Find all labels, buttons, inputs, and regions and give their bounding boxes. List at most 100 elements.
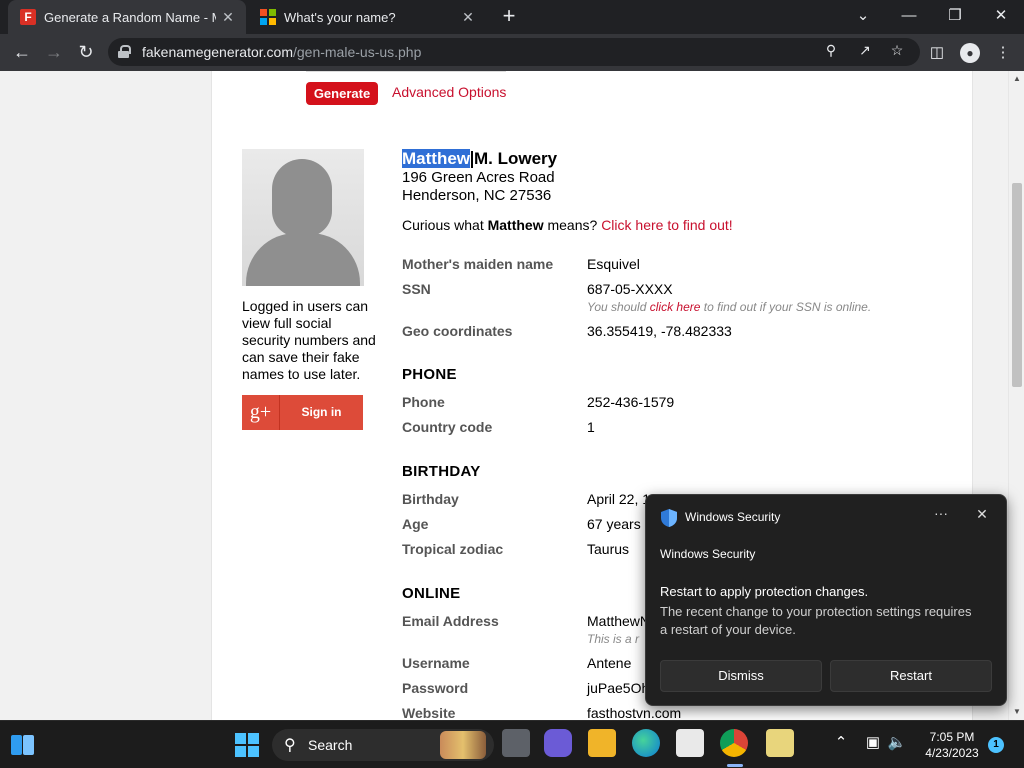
lock-icon[interactable] xyxy=(118,45,131,58)
address-line-1: 196 Green Acres Road xyxy=(402,169,555,186)
curious-mid: means? xyxy=(547,217,598,233)
volume-icon[interactable]: 🔈 xyxy=(886,733,908,751)
bookmark-star-icon[interactable]: ☆ xyxy=(886,42,908,62)
back-arrow-icon[interactable]: ← xyxy=(8,39,36,67)
ssn-note: You should click here to find out if you… xyxy=(587,300,871,314)
microsoft-store-icon[interactable] xyxy=(676,729,704,757)
close-tab-icon[interactable]: ✕ xyxy=(456,9,480,26)
notification-header: Windows Security xyxy=(660,547,756,561)
divider xyxy=(306,71,506,72)
notification-count-badge[interactable]: 1 xyxy=(988,737,1004,753)
full-name[interactable]: Matthew M. Lowery xyxy=(402,149,557,169)
name-meaning-link[interactable]: Click here to find out! xyxy=(601,217,733,233)
windows-taskbar: ⚲ Search ⌃ ▣ 🔈 7:05 PM 4/23/2023 1 xyxy=(0,720,1024,768)
new-tab-button[interactable]: + xyxy=(496,4,522,30)
show-hidden-icons-chevron-icon[interactable]: ⌃ xyxy=(830,733,852,751)
chrome-browser-icon[interactable] xyxy=(720,729,748,757)
maiden-name-value: Esquivel xyxy=(587,256,640,272)
fake-name-generator-favicon-icon: F xyxy=(20,9,36,25)
reload-icon[interactable]: ↻ xyxy=(72,39,100,67)
profile-avatar-icon[interactable]: ● xyxy=(960,43,980,63)
windows-security-notification: Windows Security ··· ✕ Windows Security … xyxy=(645,494,1007,706)
scrollbar-thumb[interactable] xyxy=(1012,183,1022,387)
task-view-icon[interactable] xyxy=(502,729,530,757)
tab-whats-your-name[interactable]: What's your name? ✕ xyxy=(248,0,486,34)
notification-more-options-icon[interactable]: ··· xyxy=(930,505,952,521)
birthday-value: April 22, 1 xyxy=(587,491,651,507)
tab-title: Generate a Random Name - Male xyxy=(44,9,216,25)
search-icon[interactable]: ⚲ xyxy=(820,42,842,62)
advanced-options-link[interactable]: Advanced Options xyxy=(392,84,506,100)
windows-security-shield-icon xyxy=(661,509,677,527)
search-icon: ⚲ xyxy=(284,737,296,754)
clock-date: 4/23/2023 xyxy=(925,746,979,760)
dismiss-button[interactable]: Dismiss xyxy=(660,660,822,692)
email-note: This is a r xyxy=(587,632,640,646)
share-icon[interactable]: ↗ xyxy=(854,42,876,62)
scroll-up-arrow-icon[interactable]: ▲ xyxy=(1012,74,1022,84)
scroll-down-arrow-icon[interactable]: ▼ xyxy=(1012,707,1022,717)
avatar-body xyxy=(246,233,360,286)
age-label: Age xyxy=(402,516,429,532)
minimize-button[interactable]: — xyxy=(886,0,932,34)
notification-close-icon[interactable]: ✕ xyxy=(972,506,992,523)
edge-browser-icon[interactable] xyxy=(632,729,660,757)
browser-tab-bar: F Generate a Random Name - Male ✕ What's… xyxy=(0,0,1024,34)
side-panel-icon[interactable]: ◫ xyxy=(926,42,948,64)
maiden-name-label: Mother's maiden name xyxy=(402,256,554,272)
phone-section-heading: PHONE xyxy=(402,366,457,383)
browser-toolbar: ← → ↻ fakenamegenerator.com/gen-male-us-… xyxy=(0,34,1024,71)
password-value: juPae5Oh xyxy=(587,680,650,696)
taskbar-clock[interactable]: 7:05 PM 4/23/2023 xyxy=(916,729,988,761)
notification-description: The recent change to your protection set… xyxy=(660,604,972,637)
teams-chat-icon[interactable] xyxy=(544,729,572,757)
name-rest: M. Lowery xyxy=(474,149,558,168)
forward-arrow-icon[interactable]: → xyxy=(40,39,68,67)
start-windows-icon[interactable] xyxy=(232,729,264,761)
tropical-zodiac-label: Tropical zodiac xyxy=(402,541,504,557)
google-plus-sign-in-button[interactable]: g+ Sign in xyxy=(242,395,363,430)
address-bar[interactable]: fakenamegenerator.com/gen-male-us-us.php… xyxy=(108,38,920,66)
taskbar-search-label: Search xyxy=(308,737,353,753)
close-tab-icon[interactable]: ✕ xyxy=(216,9,240,26)
geo-coordinates-label: Geo coordinates xyxy=(402,323,513,339)
curious-name: Matthew xyxy=(487,217,544,233)
taskbar-search-box[interactable]: ⚲ Search xyxy=(272,729,494,761)
url-host: fakenamegenerator.com xyxy=(142,44,293,60)
text-cursor xyxy=(471,151,473,169)
birthday-section-heading: BIRTHDAY xyxy=(402,463,481,480)
ssn-label: SSN xyxy=(402,281,431,297)
geo-coordinates-link[interactable]: 36.355419, -78.482333 xyxy=(587,323,732,339)
search-highlight-image xyxy=(440,731,486,759)
avatar-head xyxy=(272,159,332,237)
login-promo-text: Logged in users can view full social sec… xyxy=(242,298,376,382)
page-scrollbar[interactable]: ▲ ▼ xyxy=(1008,71,1024,720)
phone-label: Phone xyxy=(402,394,445,410)
username-value: Antene xyxy=(587,655,632,671)
chrome-running-indicator xyxy=(727,764,743,767)
file-explorer-icon[interactable] xyxy=(588,729,616,757)
file-manager-icon[interactable] xyxy=(766,729,794,757)
google-plus-icon: g+ xyxy=(242,395,280,430)
sign-in-label: Sign in xyxy=(301,405,342,419)
ssn-note-suffix: to find out if your SSN is online. xyxy=(703,300,872,314)
website-label: Website xyxy=(402,705,456,720)
password-label: Password xyxy=(402,680,469,696)
close-window-button[interactable]: ✕ xyxy=(978,0,1024,34)
ssn-check-link[interactable]: click here xyxy=(650,300,701,314)
widgets-icon[interactable] xyxy=(6,729,38,761)
birthday-label: Birthday xyxy=(402,491,459,507)
generate-button[interactable]: Generate xyxy=(306,82,378,105)
tab-search-dropdown-icon[interactable]: ⌄ xyxy=(840,0,886,34)
tab-generate-random-name[interactable]: F Generate a Random Name - Male ✕ xyxy=(8,0,246,34)
selected-first-name[interactable]: Matthew xyxy=(402,149,470,168)
restore-button[interactable]: ❐ xyxy=(932,0,978,34)
age-value: 67 years o xyxy=(587,516,653,532)
browser-menu-icon[interactable]: ⋮ xyxy=(992,42,1014,64)
online-section-heading: ONLINE xyxy=(402,585,461,602)
restart-button[interactable]: Restart xyxy=(830,660,992,692)
avatar-silhouette xyxy=(242,149,364,286)
url-text[interactable]: fakenamegenerator.com/gen-male-us-us.php xyxy=(142,44,421,60)
tab-title: What's your name? xyxy=(284,9,396,25)
network-icon[interactable]: ▣ xyxy=(862,733,884,751)
